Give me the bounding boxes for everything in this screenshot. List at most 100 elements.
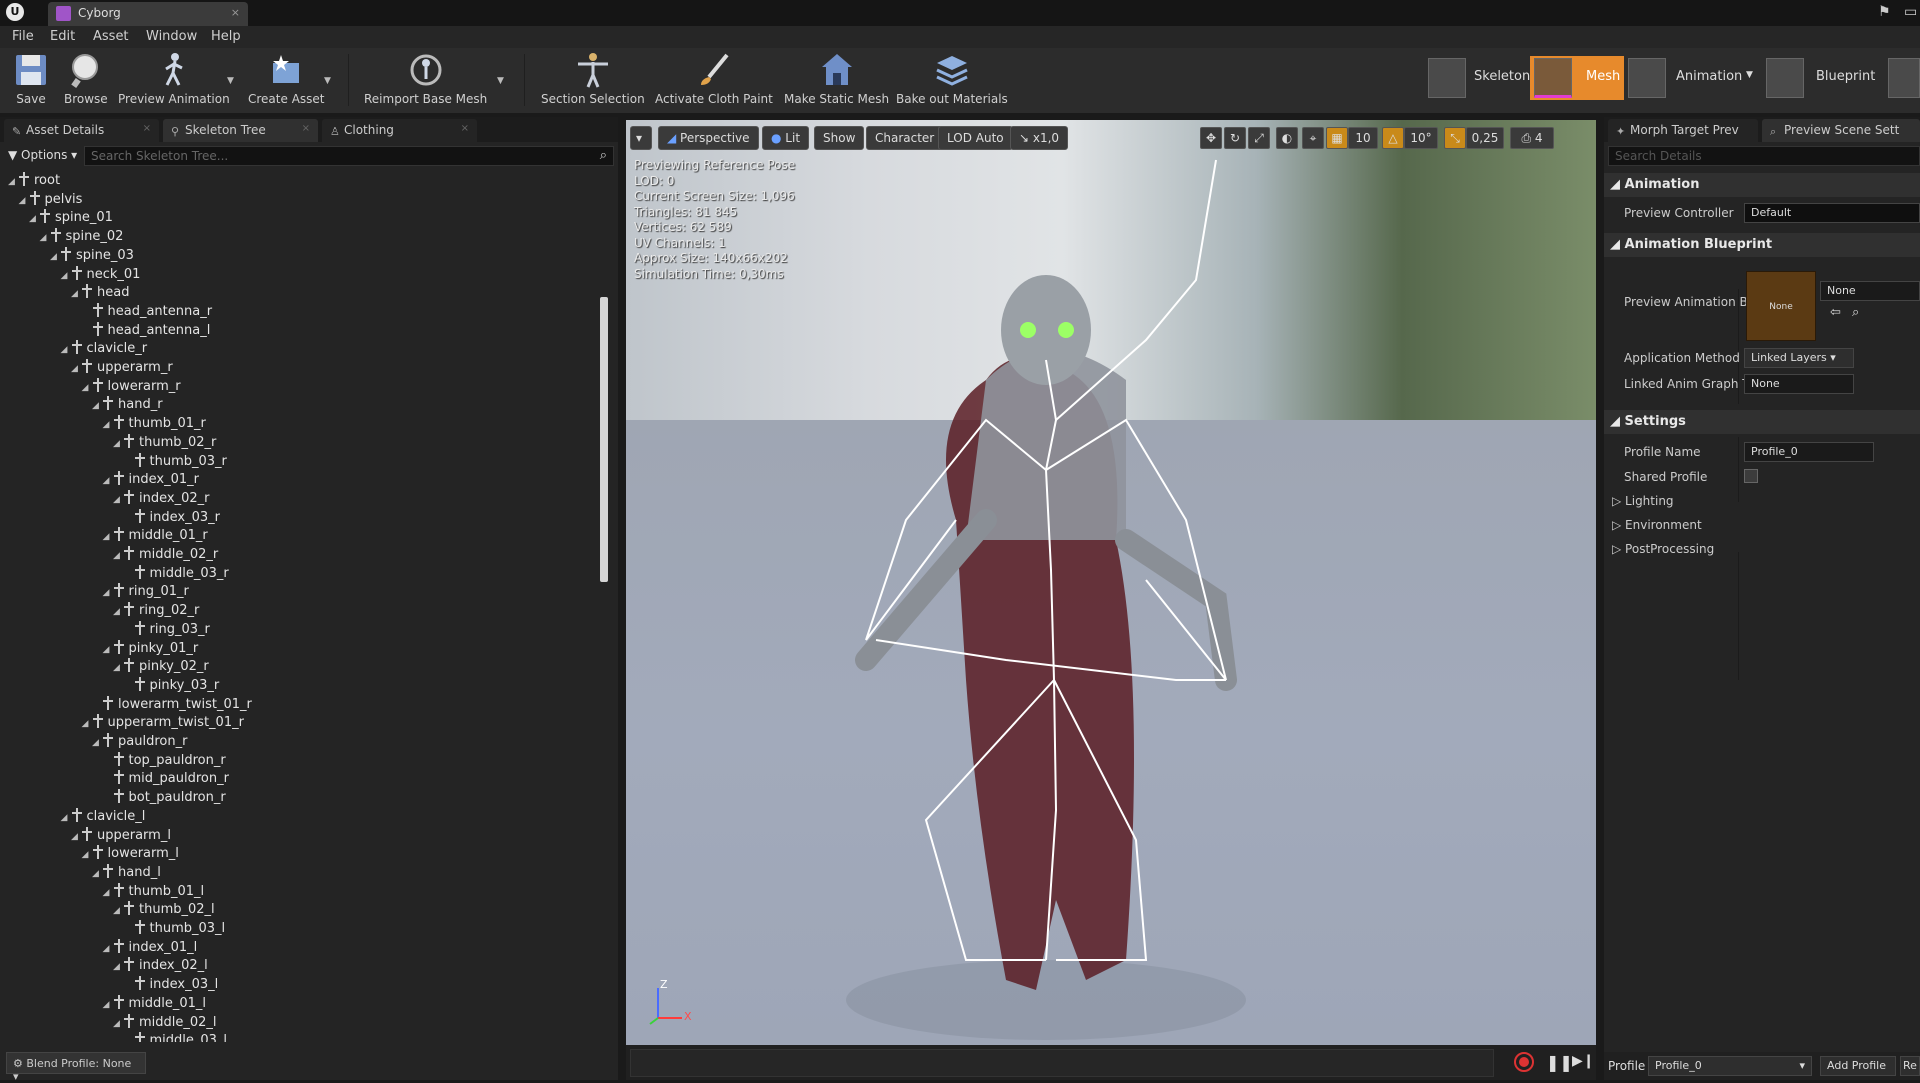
expand-arrow-icon[interactable]: ◢ [92, 401, 102, 411]
menu-window[interactable]: Window [146, 29, 197, 44]
expand-arrow-icon[interactable]: ◢ [103, 588, 113, 598]
close-tab-icon[interactable]: × [302, 123, 310, 134]
bone-row[interactable]: ◢ pauldron_r [92, 733, 187, 751]
expand-arrow-icon[interactable]: ◢ [40, 233, 50, 243]
bone-row[interactable]: ◢ head [71, 284, 129, 302]
expand-arrow-icon[interactable]: ◢ [8, 177, 18, 187]
bone-row[interactable]: ◢ upperarm_l [71, 826, 171, 845]
pause-button[interactable]: ❚❚ [1546, 1053, 1573, 1072]
tab-asset-details[interactable]: ✎ Asset Details × [4, 119, 159, 142]
menu-edit[interactable]: Edit [50, 29, 75, 44]
section-selection-button[interactable]: Section Selection [541, 51, 645, 106]
close-tab-icon[interactable]: × [143, 123, 151, 134]
scale-icon[interactable]: ⤢ [1248, 127, 1270, 149]
surface-snap-icon[interactable]: ⌖ [1302, 127, 1324, 149]
category-animation[interactable]: ◢ Animation [1604, 173, 1920, 197]
tab-skeleton-tree[interactable]: ⚲ Skeleton Tree × [163, 119, 318, 142]
details-search-input[interactable]: Search Details [1608, 146, 1920, 166]
expand-arrow-icon[interactable]: ◢ [113, 1019, 123, 1029]
bone-row[interactable]: thumb_03_r [124, 452, 227, 471]
create-asset-dropdown-icon[interactable]: ▼ [324, 76, 331, 86]
bone-row[interactable]: ◢ root [8, 172, 60, 190]
viewport[interactable]: ▾ ◢ Perspective ● Lit Show Character LOD… [626, 120, 1596, 1045]
bone-row[interactable]: ◢ spine_01 [29, 209, 113, 227]
rotate-icon[interactable]: ↻ [1224, 127, 1246, 149]
bone-row[interactable]: ◢ pinky_02_r [113, 658, 209, 676]
skeleton-search-input[interactable]: Search Skeleton Tree... ⌕ [84, 146, 614, 166]
category-animation-blueprint[interactable]: ◢ Animation Blueprint [1604, 233, 1920, 257]
show-button[interactable]: Show [814, 126, 865, 150]
rotation-snap-value[interactable]: 10° [1404, 127, 1438, 149]
save-button[interactable]: Save [12, 51, 50, 106]
bone-row[interactable]: ◢ ring_01_r [103, 583, 189, 601]
expand-arrow-icon[interactable]: ◢ [61, 813, 71, 823]
expand-arrow-icon[interactable]: ◢ [103, 476, 113, 486]
bone-row[interactable]: ◢ middle_02_r [113, 546, 218, 564]
bone-row[interactable]: ◢ thumb_01_l [103, 882, 204, 901]
expand-arrow-icon[interactable]: ◢ [61, 345, 71, 355]
reimport-dropdown-icon[interactable]: ▼ [497, 76, 504, 86]
bone-row[interactable]: ◢ neck_01 [61, 265, 140, 284]
expand-arrow-icon[interactable]: ◢ [113, 551, 123, 561]
options-dropdown[interactable]: ▼ Options ▾ [8, 148, 77, 162]
bone-row[interactable]: ◢ middle_01_l [103, 994, 206, 1013]
bone-row[interactable]: ◢ hand_r [92, 396, 163, 414]
translate-icon[interactable]: ✥ [1200, 127, 1222, 149]
expand-arrow-icon[interactable]: ◢ [103, 645, 113, 655]
activate-cloth-paint-button[interactable]: Activate Cloth Paint [655, 51, 773, 106]
category-settings[interactable]: ◢ Settings [1604, 410, 1920, 434]
make-static-mesh-button[interactable]: Make Static Mesh [784, 51, 889, 106]
application-method-dropdown[interactable]: Linked Layers ▾ [1744, 348, 1854, 368]
expand-arrow-icon[interactable]: ◢ [92, 738, 102, 748]
bone-row[interactable]: ◢ thumb_02_l [113, 901, 215, 919]
profile-dropdown[interactable]: Profile_0 ▾ [1648, 1056, 1812, 1076]
expand-arrow-icon[interactable]: ◢ [103, 944, 113, 954]
mode-blueprint-button[interactable]: Blueprint [1764, 56, 1884, 100]
menu-file[interactable]: File [12, 29, 34, 44]
bone-row[interactable]: ◢ upperarm_twist_01_r [82, 714, 244, 732]
record-button[interactable] [1514, 1052, 1534, 1072]
bone-row[interactable]: bot_pauldron_r [103, 789, 226, 807]
playback-speed-button[interactable]: ↘ x1,0 [1010, 126, 1069, 150]
camera-speed-button[interactable]: ⎙ 4 [1510, 127, 1554, 149]
bake-out-materials-button[interactable]: Bake out Materials [896, 51, 1008, 106]
expand-arrow-icon[interactable]: ◢ [71, 364, 81, 374]
bone-row[interactable]: mid_pauldron_r [103, 770, 229, 788]
expand-arrow-icon[interactable]: ◢ [103, 888, 113, 898]
bone-row[interactable]: ◢ thumb_01_r [103, 415, 206, 433]
bone-row[interactable]: ◢ spine_02 [40, 228, 123, 246]
expand-arrow-icon[interactable]: ◢ [82, 850, 92, 860]
menu-help[interactable]: Help [211, 29, 241, 44]
blend-profile-dropdown[interactable]: ⚙ Blend Profile: None ▾ [6, 1052, 146, 1083]
bone-row[interactable]: ◢ hand_l [92, 863, 161, 882]
timeline-scrubber[interactable] [630, 1049, 1494, 1077]
bone-row[interactable]: ◢ thumb_02_r [113, 433, 216, 452]
close-tab-icon[interactable]: × [231, 6, 240, 19]
expand-arrow-icon[interactable]: ◢ [92, 869, 102, 879]
browse-button[interactable]: Browse [64, 51, 108, 106]
profile-name-input[interactable]: Profile_0 [1744, 442, 1874, 462]
expand-arrow-icon[interactable]: ◢ [61, 271, 71, 281]
linked-anim-graph-tag-input[interactable]: None [1744, 374, 1854, 394]
scale-snap-icon[interactable]: ⤡ [1444, 127, 1466, 149]
bone-row[interactable]: ◢ clavicle_l [61, 807, 145, 826]
source-control-icon[interactable]: ⚑ [1878, 4, 1891, 20]
expand-arrow-icon[interactable]: ◢ [113, 906, 123, 916]
expand-arrow-icon[interactable]: ◢ [50, 252, 60, 262]
bone-row[interactable]: ◢ index_01_r [103, 471, 199, 489]
tab-clothing[interactable]: ♙ Clothing × [322, 119, 477, 142]
bone-row[interactable]: ◢ index_02_l [113, 957, 208, 975]
expand-arrow-icon[interactable]: ◢ [82, 383, 92, 393]
bone-row[interactable]: ◢ lowerarm_l [82, 845, 179, 863]
skeleton-tree-scrollbar[interactable] [600, 297, 608, 582]
step-forward-button[interactable]: ▶❙ [1572, 1053, 1595, 1069]
tab-preview-scene-settings[interactable]: ⌕ Preview Scene Sett [1762, 119, 1920, 142]
mode-mesh-button[interactable]: Mesh [1530, 56, 1624, 100]
subcategory-lighting[interactable]: ▷ Lighting [1612, 494, 1674, 508]
tab-morph-target-preview[interactable]: ✦ Morph Target Prev [1608, 119, 1758, 142]
expand-arrow-icon[interactable]: ◢ [103, 532, 113, 542]
add-profile-button[interactable]: Add Profile [1820, 1056, 1896, 1076]
create-asset-button[interactable]: Create Asset [248, 51, 325, 106]
bone-row[interactable]: top_pauldron_r [103, 751, 226, 770]
anim-blueprint-thumbnail[interactable]: None [1746, 271, 1816, 341]
